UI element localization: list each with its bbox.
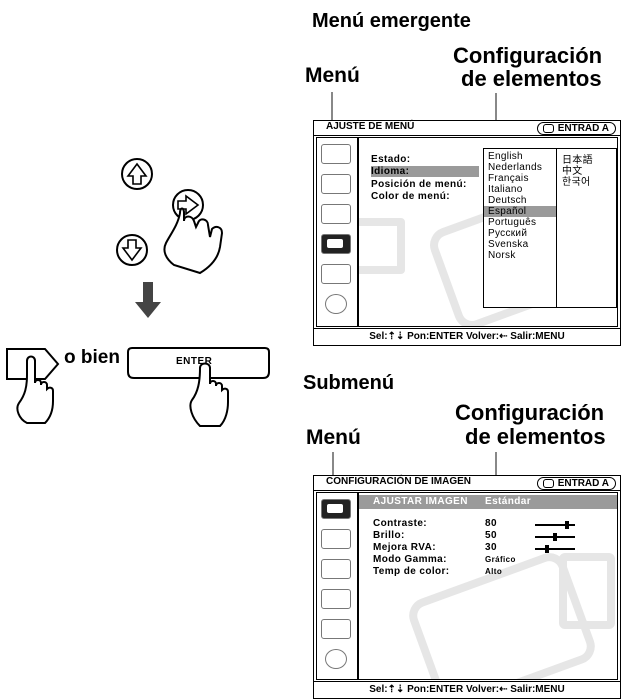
language-option[interactable]: Norsk [488, 250, 516, 261]
information-menu-icon[interactable] [325, 294, 347, 314]
bottom-menu-hint-bar: Sel:⇡⇣ Pon:ENTER Volver:⇠ Salir:MENU [314, 681, 620, 698]
top-menu-hint-bar: Sel:⇡⇣ Pon:ENTER Volver:⇠ Salir:MENU [314, 328, 620, 345]
language-divider [556, 149, 557, 307]
menu-label-bottom: Menú [306, 426, 361, 449]
leader-config-bottom [495, 452, 497, 475]
bottom-menu-title-bar: CONFIGURACIÓN DE IMAGEN ENTRAD A [314, 476, 620, 491]
menu-item-idioma[interactable]: Idioma: [371, 166, 479, 177]
setting-label[interactable]: Contraste: [373, 518, 427, 529]
top-menu-sidebar [316, 137, 358, 327]
menu-item-color[interactable]: Color de menú: [371, 191, 450, 202]
language-option[interactable]: Deutsch [488, 195, 527, 206]
bottom-menu-panel: CONFIGURACIÓN DE IMAGEN ENTRAD A AJUSTAR… [313, 475, 621, 699]
menu-item-posicion[interactable]: Posición de menú: [371, 179, 467, 190]
language-option[interactable]: Italiano [488, 184, 523, 195]
down-arrow-icon [135, 282, 161, 318]
menu-settings-icon[interactable] [321, 589, 351, 609]
right-arrow-button[interactable] [5, 347, 60, 424]
setting-label[interactable]: Modo Gamma: [373, 554, 447, 565]
config-label-bottom-1: Configuración [455, 400, 605, 425]
language-option[interactable]: 한국어 [562, 173, 591, 188]
popup-heading: Menú emergente [312, 10, 471, 32]
bottom-menu-sidebar [316, 492, 358, 680]
input-menu-icon[interactable] [321, 529, 351, 549]
submenu-heading: Submenú [303, 372, 395, 394]
installation-menu-icon[interactable] [321, 264, 351, 284]
language-popup: English Nederlands Français Italiano Deu… [483, 148, 617, 308]
setting-level-bar [535, 545, 575, 553]
input-icon [542, 124, 554, 133]
setting-value: Alto [485, 567, 503, 576]
setting-value: Gráfico [485, 555, 516, 564]
top-menu-panel: AJUSTE DE MENÚ ENTRAD A Estado: Idioma: … [313, 120, 621, 346]
top-menu-content: Estado: Idioma: Posición de menú: Color … [358, 137, 618, 327]
information-menu-icon[interactable] [325, 649, 347, 669]
language-option[interactable]: Русский [488, 228, 527, 239]
setting-level-bar [535, 533, 575, 541]
enter-button-label: ENTER [176, 356, 213, 367]
language-option[interactable]: Português [488, 217, 536, 228]
adjust-picture-label[interactable]: AJUSTAR IMAGEN [373, 496, 468, 507]
config-label-top-1: Configuración [453, 43, 603, 68]
input-icon [542, 479, 554, 488]
picture-menu-icon[interactable] [321, 144, 351, 164]
input-menu-icon[interactable] [321, 174, 351, 194]
background-watermark-2 [359, 218, 405, 274]
setting-label[interactable]: Mejora RVA: [373, 542, 436, 553]
or-text: o bien [64, 347, 120, 368]
bottom-menu-content: AJUSTAR IMAGEN Estándar Contraste: 80 Br… [358, 492, 618, 680]
bottom-menu-title: CONFIGURACIÓN DE IMAGEN [326, 476, 471, 487]
menu-settings-icon[interactable] [321, 234, 351, 254]
language-option[interactable]: Svenska [488, 239, 528, 250]
adjust-picture-value[interactable]: Estándar [485, 496, 531, 507]
setup-menu-icon[interactable] [321, 204, 351, 224]
picture-menu-icon[interactable] [321, 499, 351, 519]
setting-level-bar [535, 521, 575, 529]
language-option[interactable]: Nederlands [488, 162, 542, 173]
config-label-bottom-2: de elementos [465, 424, 606, 449]
setting-value: 30 [485, 542, 497, 553]
top-input-indicator: ENTRAD A [536, 122, 616, 135]
language-option-selected[interactable]: Español [484, 206, 556, 217]
setting-value: 50 [485, 530, 497, 541]
menu-label-top: Menú [305, 64, 360, 87]
background-watermark-2 [559, 553, 615, 629]
top-menu-title-bar: AJUSTE DE MENÚ ENTRAD A [314, 121, 620, 136]
setting-label[interactable]: Brillo: [373, 530, 405, 541]
setup-menu-icon[interactable] [321, 559, 351, 579]
language-option[interactable]: English [488, 151, 523, 162]
setting-value: 80 [485, 518, 497, 529]
enter-button[interactable]: ENTER [126, 346, 271, 427]
arrow-buttons-illustration [116, 158, 224, 275]
installation-menu-icon[interactable] [321, 619, 351, 639]
language-option[interactable]: Français [488, 173, 529, 184]
menu-item-estado[interactable]: Estado: [371, 154, 410, 165]
setting-label[interactable]: Temp de color: [373, 566, 450, 577]
bottom-input-indicator: ENTRAD A [536, 477, 616, 490]
top-menu-title: AJUSTE DE MENÚ [326, 121, 415, 132]
config-label-top-2: de elementos [461, 66, 602, 91]
